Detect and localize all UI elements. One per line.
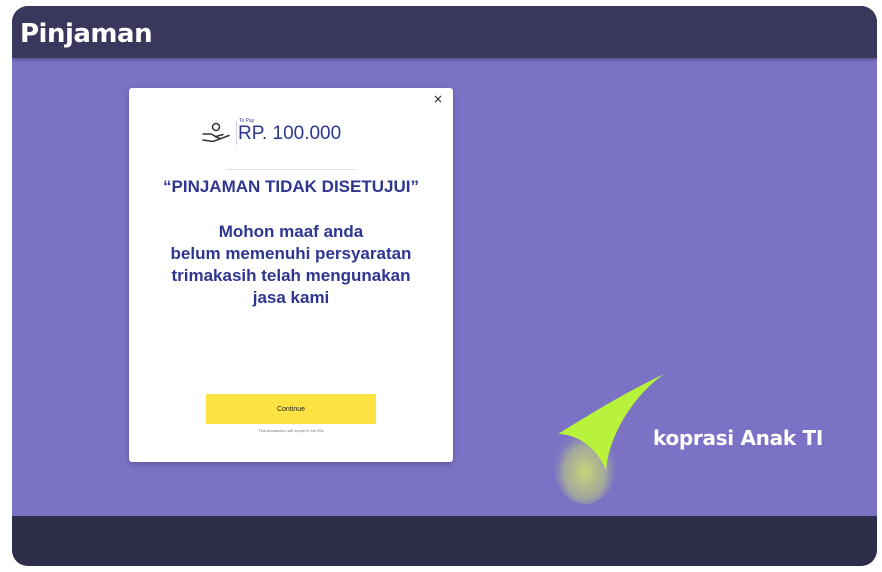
continue-button[interactable]: Continue bbox=[206, 394, 376, 424]
brand-text: koprasi Anak TI bbox=[653, 426, 823, 450]
app-frame: Pinjaman × To Pay RP. 100.000 “PINJAMAN … bbox=[12, 6, 877, 566]
divider bbox=[226, 169, 356, 170]
status-title: “PINJAMAN TIDAK DISETUJUI” bbox=[163, 177, 419, 196]
header-bar: Pinjaman bbox=[12, 6, 877, 58]
message-line: jasa kami bbox=[252, 288, 330, 307]
expire-note: This transaction will expire in 5m 59s bbox=[258, 428, 324, 433]
message-text: Mohon maaf anda belum memenuhi persyarat… bbox=[129, 221, 453, 309]
payment-dialog: × To Pay RP. 100.000 “PINJAMAN TIDAK DIS… bbox=[129, 88, 453, 462]
hand-coin-icon bbox=[202, 122, 230, 143]
amount-separator bbox=[236, 121, 237, 145]
page-title: Pinjaman bbox=[20, 19, 153, 49]
close-icon[interactable]: × bbox=[431, 92, 445, 106]
message-line: trimakasih telah mengunakan bbox=[171, 266, 411, 285]
message-line: Mohon maaf anda bbox=[218, 222, 364, 241]
message-line: belum memenuhi persyaratan bbox=[170, 244, 412, 263]
footer-bar bbox=[12, 516, 877, 566]
amount-value: RP. 100.000 bbox=[238, 123, 342, 144]
